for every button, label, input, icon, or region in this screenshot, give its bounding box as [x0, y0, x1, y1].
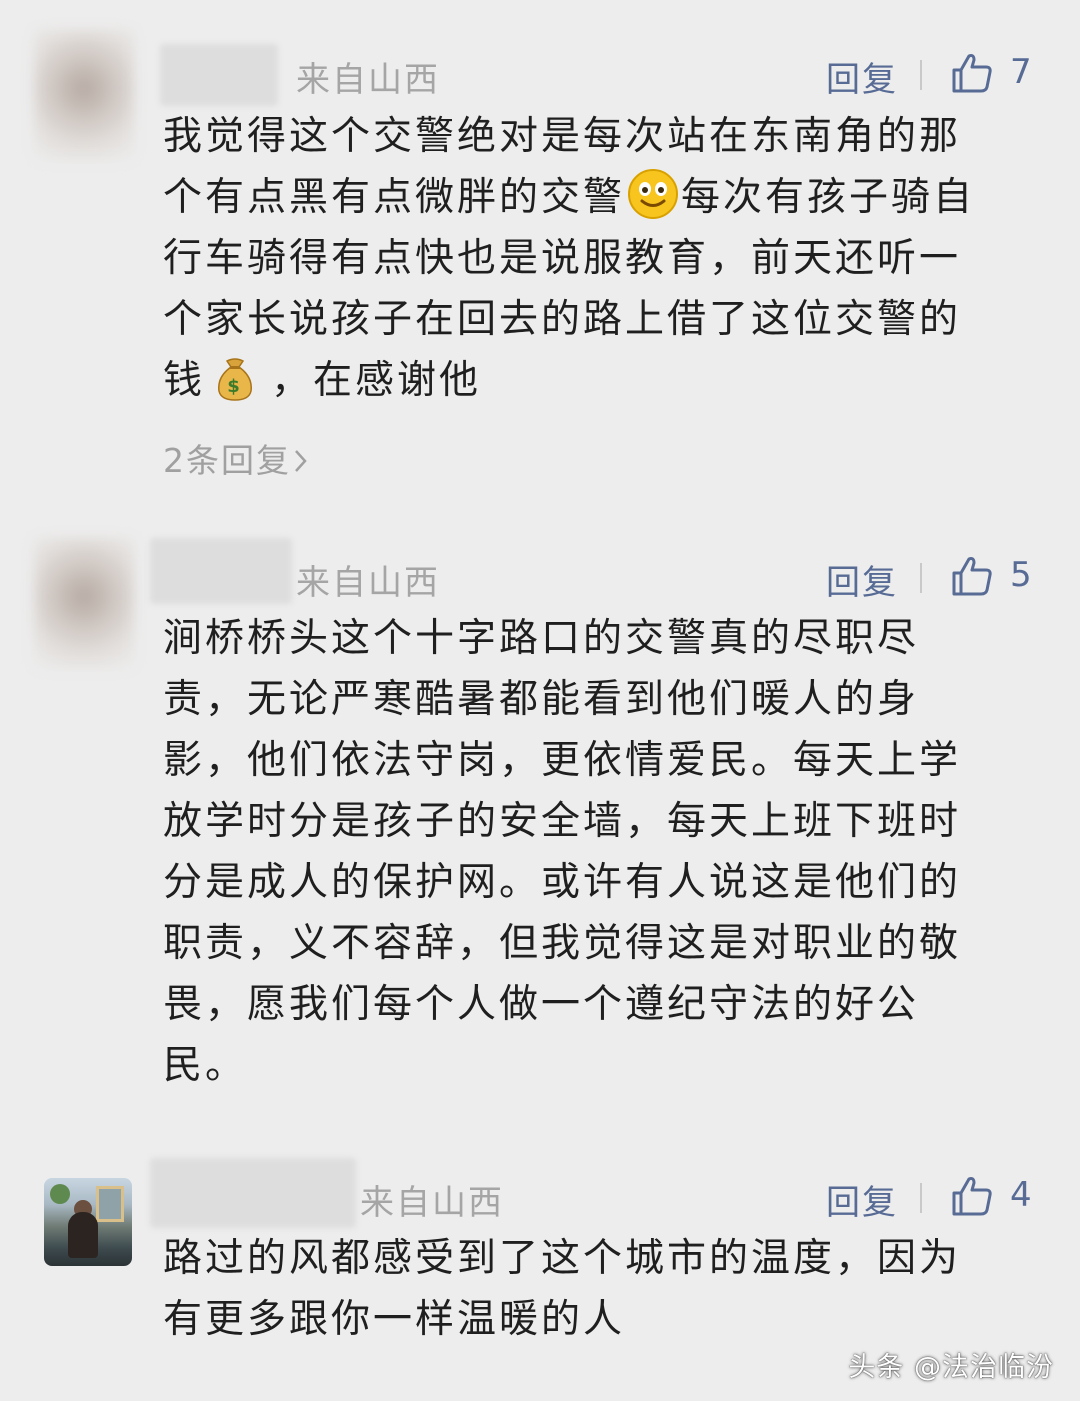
comment-line: 职责，义不容辞，但我觉得这是对职业的敬: [163, 921, 962, 966]
avatar[interactable]: [34, 30, 134, 160]
comment-line: 分是成人的保护网。或许有人说这是他们的: [163, 860, 962, 905]
username-redacted[interactable]: [150, 538, 292, 604]
reply-button[interactable]: 回复: [826, 1175, 898, 1224]
comment-line: 放学时分是孩子的安全墙，每天上班下班时: [163, 799, 962, 844]
username-redacted[interactable]: [160, 44, 278, 106]
smile-emoji-icon: [628, 169, 679, 219]
location-label: 来自山西: [296, 60, 440, 100]
comment-line: 路过的风都感受到了这个城市的温度，因为: [163, 1236, 962, 1281]
sub-replies-label: 2条回复: [163, 441, 291, 480]
svg-text:$: $: [227, 376, 243, 397]
comment-line-part: ，在感谢他: [271, 358, 482, 403]
sub-replies-link[interactable]: 2条回复: [163, 434, 309, 482]
watermark: 头条 @法治临汾: [848, 1352, 1054, 1383]
like-count: 4: [1010, 1175, 1032, 1215]
thumbs-up-icon[interactable]: [950, 51, 994, 95]
divider: [920, 60, 922, 90]
comment-item: 来自山西 回复 7 我觉得这个交警绝对是每次站在东南角的那 个有点黑有点微胖的交…: [0, 0, 1080, 520]
comment-line: 有更多跟你一样温暖的人: [163, 1297, 626, 1342]
divider: [920, 1183, 922, 1213]
comment-line: 责，无论严寒酷暑都能看到他们暖人的身: [163, 677, 920, 722]
comment-text: 我觉得这个交警绝对是每次站在东南角的那 个有点黑有点微胖的交警 每次有孩子骑自 …: [163, 106, 1033, 411]
avatar-figure: [68, 1212, 98, 1258]
like-count: 7: [1010, 52, 1032, 92]
like-count: 5: [1010, 555, 1032, 595]
comment-line: 钱 $ ，在感谢他: [163, 350, 1033, 411]
divider: [920, 563, 922, 593]
comment-line: 影，他们依法守岗，更依情爱民。每天上学: [163, 738, 962, 783]
comment-text: 路过的风都感受到了这个城市的温度，因为 有更多跟你一样温暖的人: [163, 1228, 1033, 1350]
avatar[interactable]: [34, 538, 134, 668]
comment-line: 涧桥桥头这个十字路口的交警真的尽职尽: [163, 616, 920, 661]
reply-button[interactable]: 回复: [826, 52, 898, 101]
comment-line-part: 每次有孩子骑自: [681, 175, 976, 220]
comment-line: 行车骑得有点快也是说服教育，前天还听一: [163, 236, 962, 281]
avatar-plant: [50, 1184, 70, 1204]
comment-line: 个家长说孩子在回去的路上借了这位交警的: [163, 297, 962, 342]
comment-line: 个有点黑有点微胖的交警 每次有孩子骑自: [163, 167, 1033, 228]
location-label: 来自山西: [296, 563, 440, 603]
thumbs-up-icon[interactable]: [950, 554, 994, 598]
reply-button[interactable]: 回复: [826, 555, 898, 604]
chevron-right-icon: [295, 450, 307, 472]
comment-text: 涧桥桥头这个十字路口的交警真的尽职尽 责，无论严寒酷暑都能看到他们暖人的身 影，…: [163, 608, 1033, 1096]
comment-line: 我觉得这个交警绝对是每次站在东南角的那: [163, 114, 962, 159]
thumbs-up-icon[interactable]: [950, 1174, 994, 1218]
money-bag-emoji-icon: $: [218, 358, 253, 401]
comment-line: 畏，愿我们每个人做一个遵纪守法的好公: [163, 982, 920, 1027]
comment-line-part: 钱: [163, 358, 206, 403]
avatar-frame: [96, 1186, 124, 1222]
comment-line: 民。: [163, 1043, 248, 1088]
avatar[interactable]: [44, 1178, 132, 1266]
location-label: 来自山西: [360, 1183, 504, 1223]
username-redacted[interactable]: [150, 1158, 356, 1228]
comment-line-part: 个有点黑有点微胖的交警: [163, 175, 626, 220]
